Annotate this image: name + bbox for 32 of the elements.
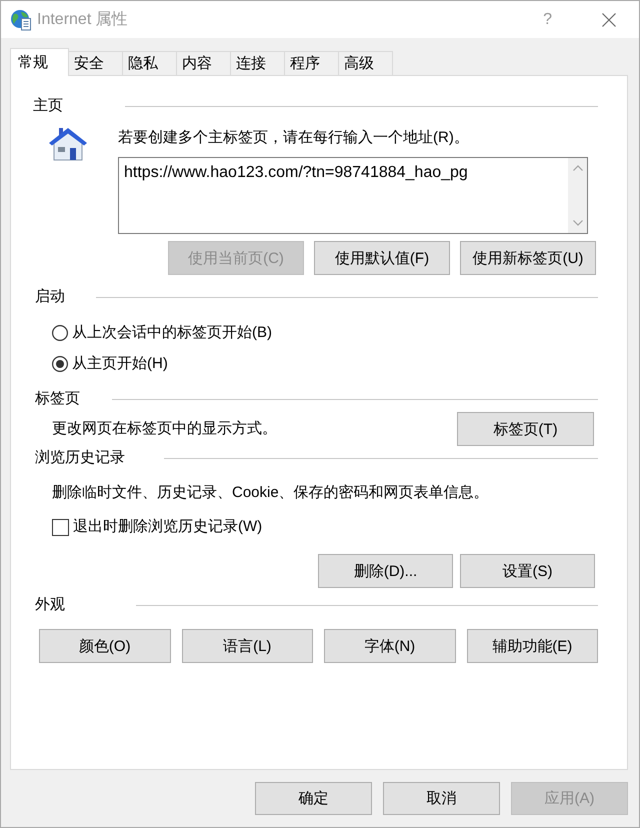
description-text: 删除临时文件、历史记录、Cookie、保存的密码和网页表单信息。 <box>51 483 490 502</box>
group-title: 外观 <box>35 594 65 615</box>
tab[interactable]: 高级 <box>338 51 393 76</box>
checkbox[interactable] <box>52 518 69 536</box>
group-title: 标签页 <box>35 388 80 409</box>
button[interactable]: 字体(N) <box>324 629 456 663</box>
radio-button[interactable] <box>52 356 68 372</box>
button[interactable]: 取消 <box>383 782 500 815</box>
radio-label[interactable]: 从上次会话中的标签页开始(B) <box>72 322 272 344</box>
button[interactable]: 辅助功能(E) <box>466 629 598 663</box>
button[interactable]: 语言(L) <box>182 629 313 663</box>
group-title: 主页 <box>33 96 63 116</box>
close-icon[interactable] <box>602 12 616 26</box>
group-title: 启动 <box>35 286 65 307</box>
house-icon <box>48 126 88 162</box>
checkbox-label[interactable]: 退出时删除浏览历史记录(W) <box>73 516 262 538</box>
radio-button[interactable] <box>52 325 68 341</box>
radio-label[interactable]: 从主页开始(H) <box>72 352 168 376</box>
instruction-text: 若要创建多个主标签页，请在每行输入一个地址(R)。 <box>118 128 470 147</box>
address-field[interactable]: https://www.hao123.com/?tn=98741884_hao_pg <box>118 157 588 234</box>
button[interactable]: 标签页(T) <box>457 412 594 446</box>
description-text: 更改网页在标签页中的显示方式。 <box>52 418 277 439</box>
button[interactable]: 确定 <box>255 782 372 815</box>
globe-icon <box>10 8 32 30</box>
window-title: Internet 属性 <box>37 10 128 30</box>
group-title: 浏览历史记录 <box>35 448 125 468</box>
button[interactable]: 设置(S) <box>460 554 595 588</box>
tab[interactable]: 常规 <box>10 48 69 76</box>
button[interactable]: 使用新标签页(U) <box>460 241 596 275</box>
button[interactable]: 删除(D)... <box>318 554 453 588</box>
button[interactable]: 使用默认值(F) <box>314 241 450 275</box>
button[interactable]: 颜色(O) <box>39 629 170 663</box>
